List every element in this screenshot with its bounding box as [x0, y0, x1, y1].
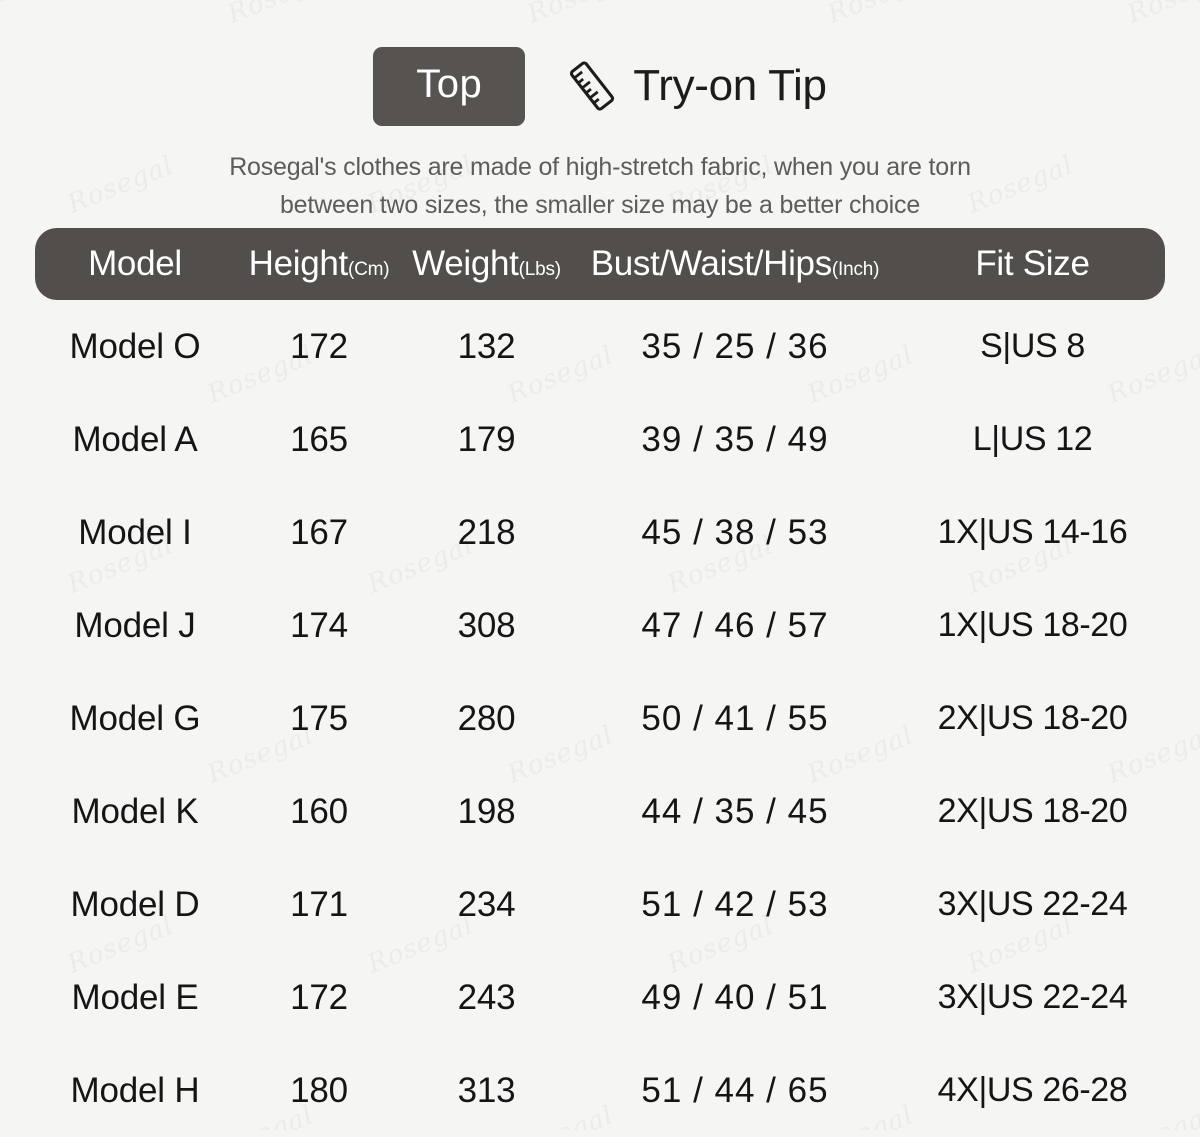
- table-row: Model D 171 234 51 / 42 / 53 3X|US 22-24: [35, 858, 1165, 951]
- subtitle-line-2: between two sizes, the smaller size may …: [279, 191, 921, 219]
- column-header-fit-size: Fit Size: [900, 244, 1165, 284]
- cell-height: 175: [290, 698, 348, 738]
- cell-bust-waist-hips: 51 / 44 / 65: [641, 1070, 829, 1110]
- cell-fit-size: 3X|US 22-24: [937, 885, 1128, 923]
- cell-bust-waist-hips: 49 / 40 / 51: [641, 977, 829, 1017]
- table-row: Model I 167 218 45 / 38 / 53 1X|US 14-16: [35, 486, 1165, 579]
- cell-bust-waist-hips: 47 / 46 / 57: [641, 605, 829, 645]
- cell-fit-size: 2X|US 18-20: [937, 792, 1128, 830]
- table-body: Model O 172 132 35 / 25 / 36 S|US 8 Model A 16…: [35, 300, 1165, 1137]
- column-header-bust-waist-hips: Bust/Waist/Hips(Inch): [570, 244, 900, 284]
- column-header-model: Model: [35, 244, 235, 284]
- table-row: Model J 174 308 47 / 46 / 57 1X|US 18-20: [35, 579, 1165, 672]
- subtitle: Rosegal's clothes are made of high-stret…: [0, 148, 1200, 224]
- page-title: Try-on Tip: [633, 61, 827, 110]
- cell-model: Model E: [71, 977, 199, 1017]
- cell-weight: 313: [457, 1070, 516, 1110]
- column-header-height-label: Height: [248, 244, 349, 283]
- cell-fit-size: S|US 8: [980, 327, 1085, 365]
- cell-weight: 308: [457, 605, 516, 645]
- cell-height: 160: [290, 791, 348, 831]
- table-header-row: Model Height(Cm) Weight(Lbs) Bust/Waist/…: [35, 228, 1165, 300]
- cell-model: Model J: [74, 605, 196, 645]
- try-on-tip-group: Try-on Tip: [563, 57, 827, 115]
- cell-bust-waist-hips: 39 / 35 / 49: [641, 419, 829, 459]
- table-row: Model A 165 179 39 / 35 / 49 L|US 12: [35, 393, 1165, 486]
- cell-weight: 218: [457, 512, 516, 552]
- column-header-weight-label: Weight: [412, 244, 519, 283]
- cell-bust-waist-hips: 50 / 41 / 55: [641, 698, 829, 738]
- table-row: Model G 175 280 50 / 41 / 55 2X|US 18-20: [35, 672, 1165, 765]
- column-header-height: Height(Cm): [235, 244, 403, 284]
- cell-bust-waist-hips: 51 / 42 / 53: [641, 884, 829, 924]
- column-header-bwh-label: Bust/Waist/Hips: [590, 244, 833, 283]
- cell-height: 172: [290, 977, 348, 1017]
- cell-height: 172: [290, 326, 348, 366]
- cell-model: Model H: [70, 1070, 200, 1110]
- cell-height: 180: [290, 1070, 348, 1110]
- cell-height: 165: [290, 419, 348, 459]
- category-badge-top[interactable]: Top: [373, 46, 526, 126]
- table-row: Model O 172 132 35 / 25 / 36 S|US 8: [35, 300, 1165, 393]
- cell-height: 174: [290, 605, 348, 645]
- table-row: Model H 180 313 51 / 44 / 65 4X|US 26-28: [35, 1044, 1165, 1137]
- table-row: Model K 160 198 44 / 35 / 45 2X|US 18-20: [35, 765, 1165, 858]
- cell-bust-waist-hips: 44 / 35 / 45: [641, 791, 829, 831]
- cell-fit-size: 1X|US 14-16: [937, 513, 1128, 551]
- cell-model: Model A: [72, 419, 198, 459]
- cell-fit-size: 4X|US 26-28: [937, 1071, 1128, 1109]
- cell-height: 167: [290, 512, 348, 552]
- cell-model: Model D: [70, 884, 200, 924]
- cell-fit-size: L|US 12: [972, 420, 1093, 458]
- column-header-fit-label: Fit Size: [975, 244, 1090, 283]
- cell-weight: 132: [457, 326, 516, 366]
- cell-bust-waist-hips: 35 / 25 / 36: [641, 326, 829, 366]
- cell-bust-waist-hips: 45 / 38 / 53: [641, 512, 829, 552]
- column-header-model-label: Model: [88, 244, 182, 283]
- size-chart-page: Top Try-on Tip Rosegal's clothes are mad…: [0, 0, 1200, 1130]
- column-header-bwh-unit: (Inch): [831, 259, 880, 280]
- cell-fit-size: 2X|US 18-20: [937, 699, 1128, 737]
- table-row: Model E 172 243 49 / 40 / 51 3X|US 22-24: [35, 951, 1165, 1044]
- column-header-weight-unit: (Lbs): [518, 259, 561, 280]
- cell-weight: 234: [457, 884, 516, 924]
- subtitle-line-1: Rosegal's clothes are made of high-stret…: [229, 153, 971, 181]
- column-header-height-unit: (Cm): [347, 259, 390, 280]
- ruler-icon: [563, 57, 621, 115]
- size-chart-table: Model Height(Cm) Weight(Lbs) Bust/Waist/…: [35, 228, 1165, 1137]
- cell-model: Model K: [71, 791, 199, 831]
- cell-model: Model G: [69, 698, 201, 738]
- header-row: Top Try-on Tip: [0, 44, 1200, 128]
- cell-fit-size: 3X|US 22-24: [937, 978, 1128, 1016]
- cell-fit-size: 1X|US 18-20: [937, 606, 1128, 644]
- cell-weight: 280: [457, 698, 516, 738]
- cell-height: 171: [290, 884, 348, 924]
- cell-model: Model O: [69, 326, 201, 366]
- cell-weight: 179: [457, 419, 516, 459]
- cell-weight: 198: [457, 791, 516, 831]
- cell-weight: 243: [457, 977, 516, 1017]
- cell-model: Model I: [78, 512, 192, 552]
- column-header-weight: Weight(Lbs): [403, 244, 570, 284]
